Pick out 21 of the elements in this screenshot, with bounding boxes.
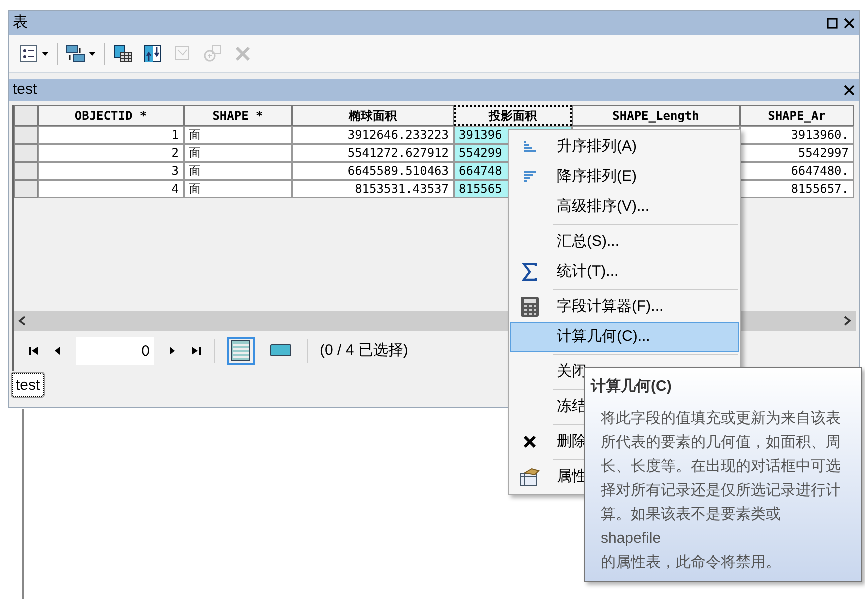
- table-cell: 6647480.: [740, 162, 854, 180]
- table-cell: 面: [184, 162, 292, 180]
- table-cell: 3912646.233223: [292, 126, 454, 144]
- table-cell: 6645589.510463: [292, 162, 454, 180]
- table-cell: 4: [38, 180, 184, 198]
- table-cell: 8155657.: [740, 180, 854, 198]
- table-cell: 8153531.43537: [292, 180, 454, 198]
- table-cell: 面: [184, 144, 292, 162]
- table-cell: 面: [184, 126, 292, 144]
- tooltip-text: 将此字段的值填充或更新为来自该表所代表的要素的几何值，如面积、周长、长度等。在出现的对话框中可选择对所有记录还是仅所选记录进行计算。如果该表不是要素类或 shapefile 的属性表，此命令将禁用。: [600, 408, 842, 572]
- table-cell: 2: [38, 144, 184, 162]
- tooltip-title: 计算几何(C): [591, 377, 673, 397]
- selection-count: (0 / 4 已选择): [320, 340, 408, 361]
- table-cell: 3: [38, 162, 184, 180]
- table-title: test: [13, 80, 38, 100]
- window-title: 表: [13, 12, 28, 33]
- table-cell: 3913960.: [740, 126, 854, 144]
- table-cell: 5541272.627912: [292, 144, 454, 162]
- table-cell: 1: [38, 126, 184, 144]
- table-cell: 5542997: [740, 144, 854, 162]
- table-cell: 面: [184, 180, 292, 198]
